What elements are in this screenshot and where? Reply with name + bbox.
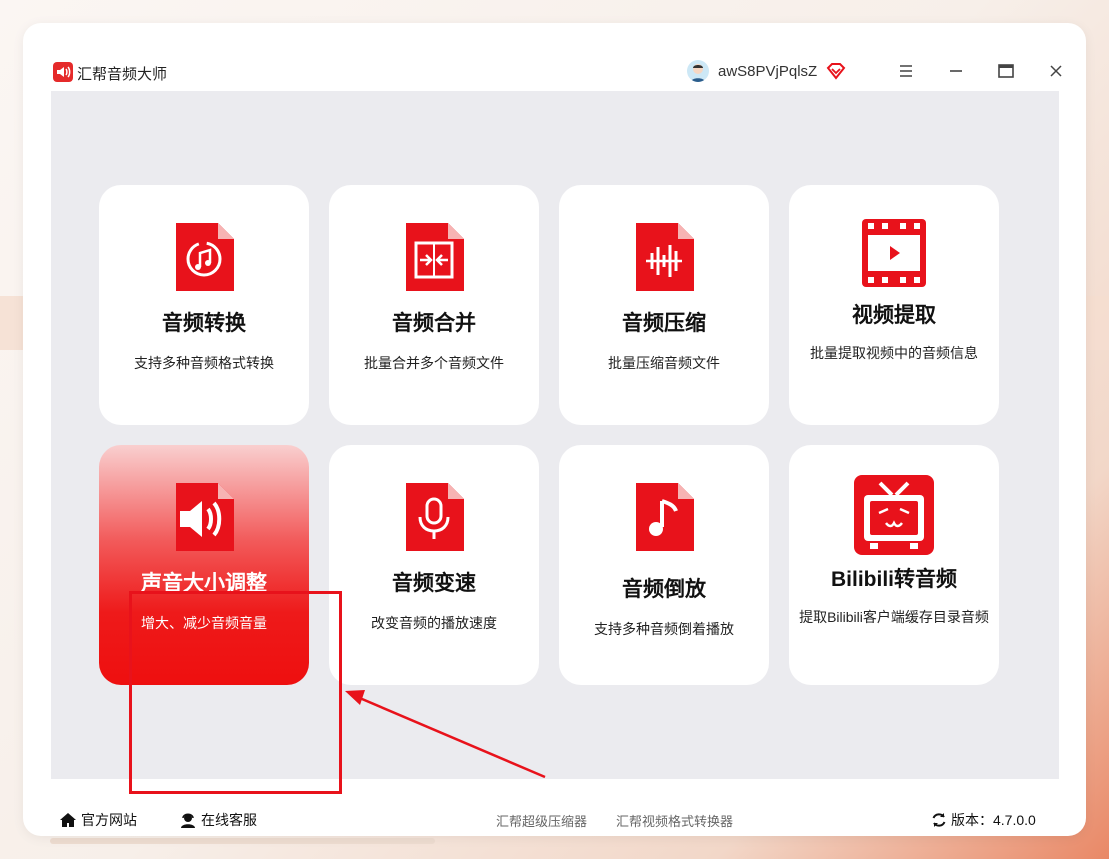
annotation-highlight-box [129,591,342,794]
card-title: Bilibili转音频 [831,568,957,591]
card-desc: 支持多种音频格式转换 [134,355,274,371]
avatar[interactable] [687,60,709,82]
close-icon [1050,65,1062,77]
card-title: 音频压缩 [622,312,706,335]
card-audio-merge[interactable]: 音频合并 批量合并多个音频文件 [329,185,539,425]
card-title: 音频变速 [392,572,476,595]
version-info[interactable]: 版本：4.7.0.0 [931,810,1036,830]
card-video-extract[interactable]: 视频提取 批量提取视频中的音频信息 [789,185,999,425]
background-strip [50,838,435,844]
card-title: 音频转换 [162,312,246,335]
card-audio-speed[interactable]: 音频变速 改变音频的播放速度 [329,445,539,685]
official-website-link[interactable]: 官方网站 [59,810,137,830]
card-desc: 批量合并多个音频文件 [364,355,504,371]
close-button[interactable] [1042,57,1070,85]
card-audio-reverse[interactable]: 音频倒放 支持多种音频倒着播放 [559,445,769,685]
card-desc: 支持多种音频倒着播放 [594,621,734,637]
menu-icon [900,65,912,77]
maximize-icon [998,64,1014,78]
refresh-icon [932,813,946,827]
music-note-icon [636,483,694,551]
footer: 官方网站 在线客服 汇帮超级压缩器 汇帮视频格式转换器 版本：4.7.0.0 [51,801,1059,835]
feature-grid: 音频转换 支持多种音频格式转换 音频合并 批量合并多个音频文件 音频压缩 批量压… [51,91,1059,794]
minimize-icon [950,70,962,72]
title-bar: 汇帮音频大师 awS8PVjPqlsZ [51,53,1062,91]
microphone-icon [406,483,464,551]
home-icon [60,813,76,827]
card-audio-compress[interactable]: 音频压缩 批量压缩音频文件 [559,185,769,425]
audio-merge-icon [406,223,464,291]
minimize-button[interactable] [942,57,970,85]
official-website-label: 官方网站 [81,812,137,828]
volume-adjust-icon [176,483,234,551]
app-logo-icon [53,62,73,82]
video-extract-icon [862,219,926,287]
card-desc: 提取Bilibili客户端缓存目录音频 [799,609,989,625]
customer-service-icon [181,813,195,828]
audio-convert-icon [176,223,234,291]
bilibili-tv-icon [854,475,934,555]
audio-compress-icon [636,223,694,291]
card-desc: 改变音频的播放速度 [371,615,497,631]
app-window: 汇帮音频大师 awS8PVjPqlsZ 音频转换 支持多种音频格式转换 音频合并… [23,23,1086,836]
menu-button[interactable] [892,57,920,85]
card-desc: 批量提取视频中的音频信息 [810,345,978,361]
card-title: 音频合并 [392,312,476,335]
card-title: 视频提取 [852,304,936,327]
app-title: 汇帮音频大师 [77,66,168,83]
card-bilibili[interactable]: Bilibili转音频 提取Bilibili客户端缓存目录音频 [789,445,999,685]
online-support-link[interactable]: 在线客服 [179,810,257,830]
card-desc: 批量压缩音频文件 [608,355,720,371]
card-title: 音频倒放 [622,578,706,601]
link-super-compressor[interactable]: 汇帮超级压缩器 [496,811,587,830]
card-audio-convert[interactable]: 音频转换 支持多种音频格式转换 [99,185,309,425]
online-support-label: 在线客服 [201,812,257,828]
link-video-converter[interactable]: 汇帮视频格式转换器 [616,811,733,830]
maximize-button[interactable] [992,57,1020,85]
username[interactable]: awS8PVjPqlsZ [718,63,817,80]
version-label: 版本：4.7.0.0 [951,812,1036,828]
vip-diamond-icon[interactable] [826,62,846,80]
